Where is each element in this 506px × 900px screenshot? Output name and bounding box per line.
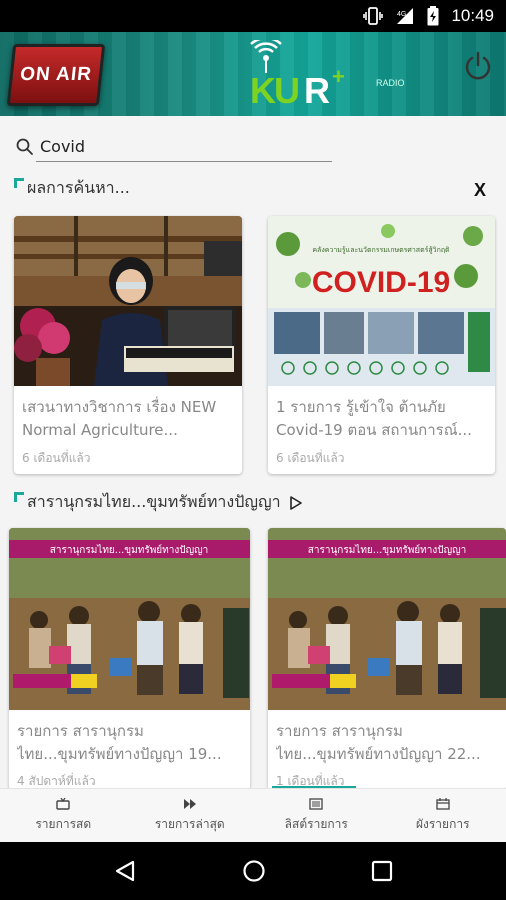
card-title: เสวนาทางวิชาการ เรื่อง NEW Normal Agricu… bbox=[22, 398, 217, 439]
on-air-sign: ON AIR bbox=[6, 44, 106, 106]
search-bar bbox=[14, 132, 332, 162]
clock: 10:49 bbox=[451, 6, 494, 25]
video-thumbnail bbox=[14, 216, 242, 386]
program-card[interactable]: สารานุกรมไทย...ขุมทรัพย์ทางปัญญา รายการ … bbox=[268, 528, 506, 790]
results-heading: ผลการค้นหา... bbox=[14, 176, 130, 201]
svg-text:สารานุกรมไทย...ขุมทรัพย์ทางปัญ: สารานุกรมไทย...ขุมทรัพย์ทางปัญญา bbox=[50, 544, 209, 556]
recents-icon[interactable] bbox=[371, 860, 393, 882]
card-timestamp: 6 เดือนที่แล้ว bbox=[22, 451, 91, 465]
nav-label: ลิสต์รายการ bbox=[284, 816, 348, 831]
battery-icon bbox=[427, 6, 439, 26]
search-icon bbox=[16, 138, 33, 155]
back-icon[interactable] bbox=[113, 859, 137, 883]
calendar-icon bbox=[436, 797, 450, 810]
header-banner: ON AIR KU R + RADIO bbox=[0, 32, 506, 116]
svg-text:คลังความรู้และนวัตกรรมเกษตรศาส: คลังความรู้และนวัตกรรมเกษตรศาสตร์สู้วิกฤ… bbox=[312, 246, 450, 254]
nav-label: รายการล่าสุด bbox=[154, 816, 225, 831]
program-heading[interactable]: สารานุกรมไทย...ขุมทรัพย์ทางปัญญา bbox=[14, 490, 303, 515]
result-card[interactable]: คลังความรู้และนวัตกรรมเกษตรศาสตร์สู้วิกฤ… bbox=[268, 216, 495, 474]
card-title: 1 รายการ รู้เข้าใจ ต้านภัย Covid-19 ตอน … bbox=[276, 398, 472, 439]
signal-icon: 4G bbox=[397, 8, 414, 24]
svg-text:สารานุกรมไทย...ขุมทรัพย์ทางปัญ: สารานุกรมไทย...ขุมทรัพย์ทางปัญญา bbox=[308, 544, 467, 556]
result-card[interactable]: เสวนาทางวิชาการ เรื่อง NEW Normal Agricu… bbox=[14, 216, 242, 474]
section-corner-icon bbox=[14, 178, 24, 188]
svg-text:4G: 4G bbox=[397, 11, 406, 18]
fast-forward-icon bbox=[183, 798, 196, 809]
card-title: รายการ สารานุกรม ไทย...ขุมทรัพย์ทางปัญญา… bbox=[17, 722, 222, 763]
video-thumbnail: สารานุกรมไทย...ขุมทรัพย์ทางปัญญา bbox=[9, 528, 250, 710]
card-timestamp: 6 เดือนที่แล้ว bbox=[276, 451, 345, 465]
video-thumbnail: คลังความรู้และนวัตกรรมเกษตรศาสตร์สู้วิกฤ… bbox=[268, 216, 495, 386]
play-icon[interactable] bbox=[289, 495, 303, 510]
program-card[interactable]: สารานุกรมไทย...ขุมทรัพย์ทางปัญญา รายการ … bbox=[9, 528, 250, 790]
broadcast-icon bbox=[250, 40, 282, 73]
power-icon[interactable] bbox=[462, 50, 494, 82]
status-bar: 4G 10:49 bbox=[0, 0, 506, 32]
home-icon[interactable] bbox=[242, 859, 266, 883]
nav-list[interactable]: ลิสต์รายการ bbox=[253, 789, 380, 842]
search-input[interactable] bbox=[36, 132, 332, 162]
kur-logo: KU R + RADIO bbox=[236, 40, 405, 111]
nav-schedule[interactable]: ผังรายการ bbox=[380, 789, 506, 842]
section-corner-icon bbox=[14, 492, 24, 502]
nav-latest[interactable]: รายการล่าสุด bbox=[127, 789, 254, 842]
close-results-button[interactable]: X bbox=[474, 180, 486, 201]
bottom-nav: รายการสด รายการล่าสุด ลิสต์รายการ ผังราย… bbox=[0, 788, 506, 842]
nav-live[interactable]: รายการสด bbox=[0, 789, 127, 842]
tv-icon bbox=[56, 797, 70, 810]
card-title: รายการ สารานุกรม ไทย...ขุมทรัพย์ทางปัญญา… bbox=[276, 722, 481, 763]
video-thumbnail: สารานุกรมไทย...ขุมทรัพย์ทางปัญญา bbox=[268, 528, 506, 710]
svg-text:COVID-19: COVID-19 bbox=[312, 266, 450, 299]
nav-label: ผังรายการ bbox=[415, 816, 470, 831]
list-icon bbox=[309, 797, 323, 810]
system-nav-bar bbox=[0, 842, 506, 900]
vibrate-icon bbox=[363, 7, 384, 25]
nav-label: รายการสด bbox=[35, 816, 92, 831]
